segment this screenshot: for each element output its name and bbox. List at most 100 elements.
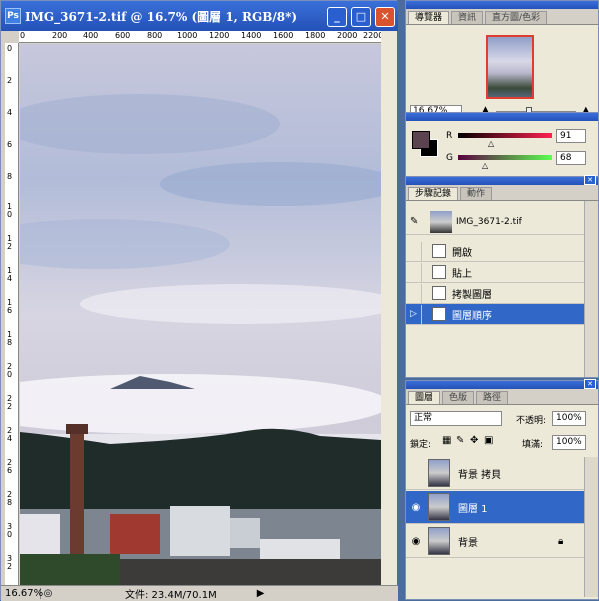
green-slider[interactable] (458, 155, 552, 160)
history-palette: ✕ 步驟記錄 動作 ✎ IMG_3671-2.tif 開啟 貼上 拷製圖層 ▷ … (405, 175, 599, 378)
tab-history[interactable]: 步驟記錄 (408, 187, 459, 200)
document-window: Ps IMG_3671-2.tif @ 16.7% (圖層 1, RGB/8*)… (0, 0, 398, 601)
navigator-thumbnail[interactable] (486, 35, 534, 99)
palette-close-icon[interactable]: ✕ (584, 175, 596, 185)
history-checkbox[interactable] (406, 262, 422, 282)
red-slider[interactable] (458, 133, 552, 138)
ruler-h-label: 800 (147, 31, 163, 40)
history-checkbox[interactable] (406, 241, 422, 261)
tab-paths[interactable]: 路徑 (476, 391, 509, 404)
ruler-v-label: 1 4 (7, 266, 13, 283)
minimize-button[interactable]: _ (327, 7, 347, 27)
ruler-h-label: 2000 (337, 31, 358, 40)
history-item[interactable]: 拷製圖層 (406, 283, 586, 304)
red-slider-handle[interactable]: △ (488, 139, 494, 148)
photoshop-document-icon: Ps (5, 8, 21, 24)
ruler-h-label: 400 (83, 31, 99, 40)
palette-title-bar[interactable] (406, 113, 598, 121)
history-checkbox[interactable] (406, 283, 422, 303)
status-menu-arrow-icon[interactable]: ▶ (257, 588, 265, 599)
lock-move-icon[interactable]: ✥ (470, 435, 478, 446)
history-item-label: 開啟 (452, 247, 472, 259)
document-title-bar[interactable]: Ps IMG_3671-2.tif @ 16.7% (圖層 1, RGB/8*)… (1, 1, 398, 31)
opacity-label: 不透明: (516, 416, 547, 426)
ruler-v-label: 6 (7, 140, 13, 149)
history-step-icon (432, 286, 446, 300)
red-value-field[interactable]: 91 (556, 129, 586, 143)
lock-all-icon[interactable]: ▣ (484, 435, 493, 446)
history-item-label: 圖層順序 (452, 310, 492, 322)
opacity-field[interactable]: 100% (552, 411, 586, 426)
ruler-v-label: 2 0 (7, 362, 13, 379)
fill-field[interactable]: 100% (552, 435, 586, 450)
ruler-v-label: 1 2 (7, 234, 13, 251)
history-step-icon (432, 265, 446, 279)
ruler-h-label: 1800 (305, 31, 326, 40)
layer-name: 背景 拷貝 (458, 469, 502, 481)
history-item[interactable]: 貼上 (406, 262, 586, 283)
lock-label: 鎖定: (410, 440, 432, 450)
snapshot-label: IMG_3671-2.tif (456, 216, 522, 227)
foreground-color-swatch[interactable] (412, 131, 430, 149)
blend-mode-select[interactable]: 正常 (410, 411, 502, 426)
horizontal-ruler: 0 200 400 600 800 1000 1200 1400 1600 18… (19, 31, 381, 43)
fill-label: 填滿: (522, 440, 544, 450)
history-item-active[interactable]: ▷ 圖層順序 (406, 304, 586, 325)
history-scrollbar[interactable] (584, 201, 598, 377)
ruler-h-label: 0 (20, 31, 26, 40)
ruler-v-label: 4 (7, 108, 13, 117)
image-canvas[interactable] (20, 44, 381, 585)
green-slider-handle[interactable]: △ (482, 161, 488, 170)
tab-info[interactable]: 資訊 (451, 11, 484, 24)
history-step-icon (432, 244, 446, 258)
ruler-v-label: 0 (7, 44, 13, 53)
eye-icon[interactable]: ◉ (406, 536, 426, 547)
zoom-level[interactable]: 16.67% (1, 588, 43, 599)
layer-row-active[interactable]: ◉ 圖層 1 (406, 491, 586, 524)
tab-layers[interactable]: 圖層 (408, 391, 441, 404)
tab-navigator[interactable]: 導覽器 (408, 11, 450, 24)
palette-title-bar[interactable]: ✕ (406, 379, 598, 389)
ruler-h-label: 2200 (363, 31, 381, 40)
palette-title-bar[interactable] (406, 1, 598, 9)
history-item[interactable]: 開啟 (406, 241, 586, 262)
lock-paint-icon[interactable]: ✎ (456, 435, 464, 446)
ruler-v-label: 3 0 (7, 522, 13, 539)
ruler-h-label: 200 (52, 31, 68, 40)
snapshot-brush-icon: ✎ (410, 216, 419, 227)
history-state-arrow-icon[interactable]: ▷ (406, 304, 422, 324)
ruler-v-label: 1 0 (7, 202, 13, 219)
ruler-h-label: 1400 (241, 31, 262, 40)
ruler-h-label: 600 (115, 31, 131, 40)
status-info-icon[interactable]: ◎ (41, 588, 55, 599)
file-size: 文件: 23.4M/70.1M (125, 590, 217, 601)
tab-actions[interactable]: 動作 (460, 187, 493, 200)
eye-icon[interactable]: ◉ (406, 502, 426, 513)
snapshot-thumbnail (430, 210, 452, 233)
ruler-h-label: 1000 (177, 31, 198, 40)
palette-close-icon[interactable]: ✕ (584, 379, 596, 389)
color-palette: R △ 91 G △ 68 (405, 112, 599, 178)
ruler-h-label: 1600 (273, 31, 294, 40)
tab-histogram[interactable]: 直方圖/色彩 (485, 11, 548, 24)
layer-row[interactable]: 背景 拷貝 (406, 457, 586, 490)
vertical-scrollbar[interactable] (381, 31, 397, 585)
ruler-v-label: 2 6 (7, 458, 13, 475)
layers-scrollbar[interactable] (584, 457, 598, 597)
history-tabs: 步驟記錄 動作 (406, 185, 598, 201)
layer-row[interactable]: ◉ 背景 🔒︎ (406, 525, 586, 558)
layer-name: 圖層 1 (458, 503, 488, 515)
layers-palette: ✕ 圖層 色版 路徑 正常 不透明: 100% 鎖定: ▦ ✎ ✥ ▣ 填滿: … (405, 379, 599, 600)
history-step-icon (432, 307, 446, 321)
ruler-v-label: 2 2 (7, 394, 13, 411)
history-snapshot[interactable]: ✎ IMG_3671-2.tif (406, 209, 586, 235)
ruler-h-label: 1200 (209, 31, 230, 40)
lock-transparency-icon[interactable]: ▦ (442, 435, 451, 446)
layer-thumbnail (428, 493, 450, 521)
lake-photo (20, 44, 381, 585)
palette-title-bar[interactable]: ✕ (406, 175, 598, 185)
maximize-button[interactable]: □ (351, 7, 371, 27)
close-button[interactable]: ✕ (375, 7, 395, 27)
tab-channels[interactable]: 色版 (442, 391, 475, 404)
green-value-field[interactable]: 68 (556, 151, 586, 165)
